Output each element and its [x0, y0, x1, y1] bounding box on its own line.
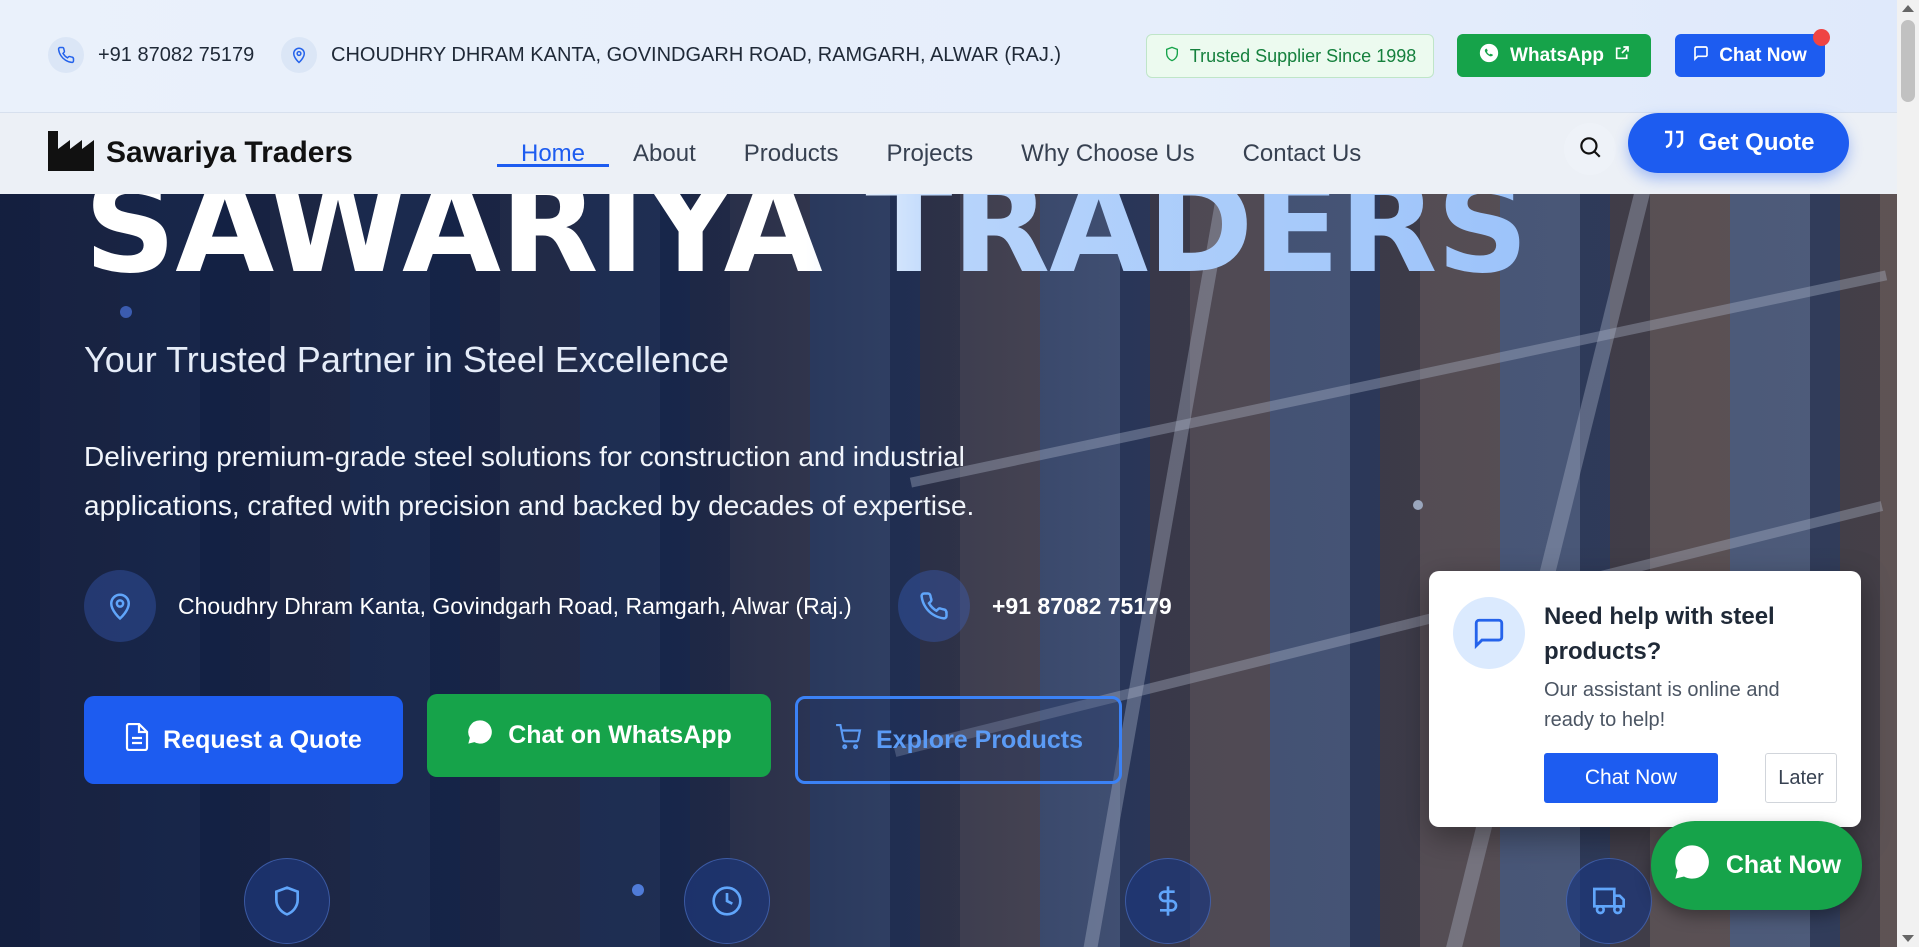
shield-icon [1164, 46, 1180, 67]
chat-bubble-icon [466, 718, 494, 753]
explore-products-button[interactable]: Explore Products [795, 696, 1122, 784]
chat-on-whatsapp-label: Chat on WhatsApp [508, 721, 732, 749]
truck-icon [1566, 858, 1652, 944]
trusted-supplier-badge: Trusted Supplier Since 1998 [1146, 34, 1434, 78]
chat-now-top-label: Chat Now [1719, 44, 1807, 66]
dollar-icon [1125, 858, 1211, 944]
request-quote-button[interactable]: Request a Quote [84, 696, 403, 784]
whatsapp-icon [1478, 42, 1500, 70]
scroll-up-arrow[interactable] [1902, 5, 1914, 12]
phone-icon [48, 37, 84, 73]
message-square-icon [1693, 45, 1709, 67]
hero-address-text: Choudhry Dhram Kanta, Govindgarh Road, R… [178, 592, 852, 619]
request-quote-label: Request a Quote [163, 725, 362, 754]
popup-title: Need help with steel products? [1544, 603, 1775, 665]
hero-subtitle: Your Trusted Partner in Steel Excellence [84, 339, 730, 380]
top-phone-text: +91 87082 75179 [98, 43, 255, 66]
scroll-down-arrow[interactable] [1902, 935, 1914, 942]
popup-later-button[interactable]: Later [1765, 753, 1837, 803]
brand-logo[interactable]: Sawariya Traders [48, 123, 353, 183]
clock-icon [684, 858, 770, 944]
decor-dot [632, 884, 644, 896]
top-address-text: CHOUDHRY DHRAM KANTA, GOVINDGARH ROAD, R… [331, 43, 1062, 66]
message-square-icon [1453, 597, 1525, 669]
top-phone[interactable]: +91 87082 75179 [48, 37, 254, 73]
top-utility-bar: +91 87082 75179 CHOUDHRY DHRAM KANTA, GO… [0, 0, 1897, 112]
popup-chat-now-button[interactable]: Chat Now [1544, 753, 1718, 803]
decor-dot [120, 306, 132, 318]
chat-help-popup: Need help with steel products? Our assis… [1429, 571, 1861, 827]
hero-description: Delivering premium-grade steel solutions… [84, 441, 975, 521]
quote-icon [1662, 129, 1686, 158]
chat-bubble-icon [1672, 842, 1712, 889]
shopping-cart-icon [834, 723, 862, 757]
main-navbar: Sawariya Traders Home About Products Pro… [0, 112, 1897, 194]
chat-now-top-button[interactable]: Chat Now [1675, 34, 1825, 77]
trusted-badge-text: Trusted Supplier Since 1998 [1189, 45, 1417, 66]
floating-chat-label: Chat Now [1725, 851, 1842, 879]
nav-links: Home About Products Projects Why Choose … [497, 113, 1385, 195]
search-icon [1577, 134, 1603, 165]
map-pin-icon [281, 37, 317, 73]
nav-link-contact-us[interactable]: Contact Us [1219, 113, 1386, 195]
floating-chat-button[interactable]: Chat Now [1651, 821, 1862, 910]
hero-address: Choudhry Dhram Kanta, Govindgarh Road, R… [84, 570, 852, 642]
page-scrollbar[interactable] [1897, 0, 1919, 947]
notification-dot [1813, 29, 1830, 46]
shield-icon [244, 858, 330, 944]
nav-link-about[interactable]: About [609, 113, 720, 195]
external-link-icon [1614, 45, 1630, 67]
hero-title: SAWARIYA TRADERS [84, 194, 1529, 292]
factory-icon [48, 130, 94, 176]
scroll-thumb[interactable] [1901, 20, 1915, 102]
whatsapp-button[interactable]: WhatsApp [1457, 34, 1651, 77]
nav-link-why-choose-us[interactable]: Why Choose Us [997, 113, 1218, 195]
map-pin-icon [84, 570, 156, 642]
get-quote-button[interactable]: Get Quote [1628, 113, 1849, 173]
hero-phone-text: +91 87082 75179 [992, 592, 1172, 619]
file-text-icon [125, 722, 149, 758]
get-quote-label: Get Quote [1698, 129, 1815, 156]
nav-link-projects[interactable]: Projects [862, 113, 997, 195]
decor-dot [1413, 500, 1423, 510]
whatsapp-label: WhatsApp [1510, 44, 1604, 66]
explore-products-label: Explore Products [876, 725, 1083, 754]
chat-on-whatsapp-button[interactable]: Chat on WhatsApp [427, 694, 771, 777]
popup-text: Our assistant is online and ready to hel… [1544, 679, 1780, 731]
top-address: CHOUDHRY DHRAM KANTA, GOVINDGARH ROAD, R… [281, 37, 1061, 73]
nav-link-products[interactable]: Products [720, 113, 863, 195]
search-button[interactable] [1564, 123, 1616, 175]
phone-icon [898, 570, 970, 642]
brand-name: Sawariya Traders [106, 136, 353, 169]
hero-phone[interactable]: +91 87082 75179 [898, 570, 1172, 642]
nav-link-home[interactable]: Home [497, 113, 610, 195]
